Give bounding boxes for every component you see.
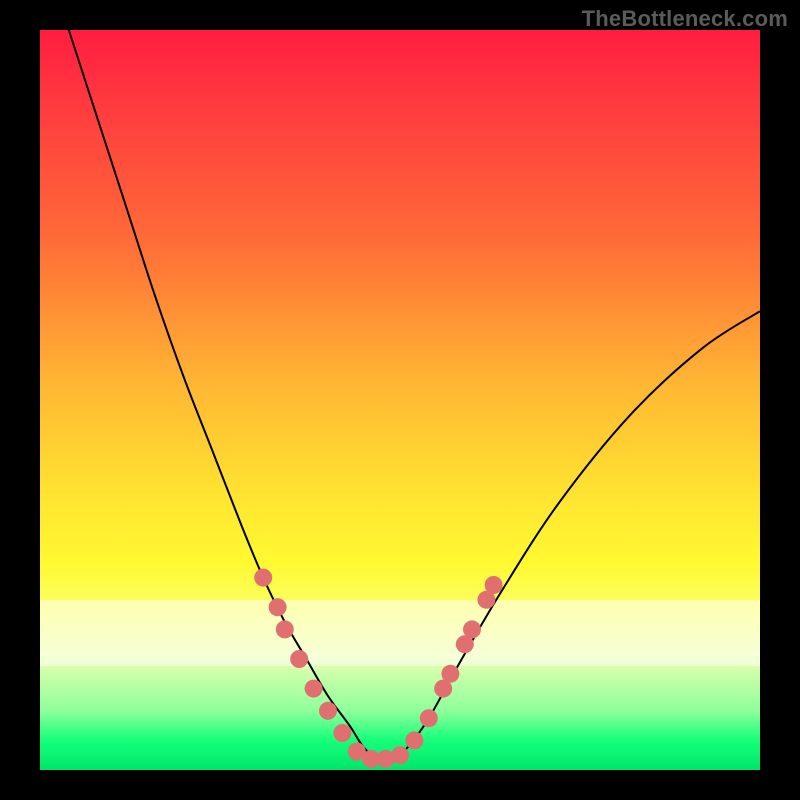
data-dot [405,731,423,749]
data-dot [463,620,481,638]
data-dot [305,680,323,698]
data-dot [254,569,272,587]
data-dot [441,665,459,683]
plot-area [40,30,760,770]
data-dot [290,650,308,668]
bottleneck-curve [69,30,760,760]
chart-overlay [40,30,760,770]
watermark-text: TheBottleneck.com [582,6,788,32]
dots-group [254,569,502,768]
data-dot [319,702,337,720]
data-dot [276,620,294,638]
chart-frame: TheBottleneck.com [0,0,800,800]
data-dot [333,724,351,742]
data-dot [420,709,438,727]
data-dot [391,746,409,764]
data-dot [269,598,287,616]
data-dot [485,576,503,594]
